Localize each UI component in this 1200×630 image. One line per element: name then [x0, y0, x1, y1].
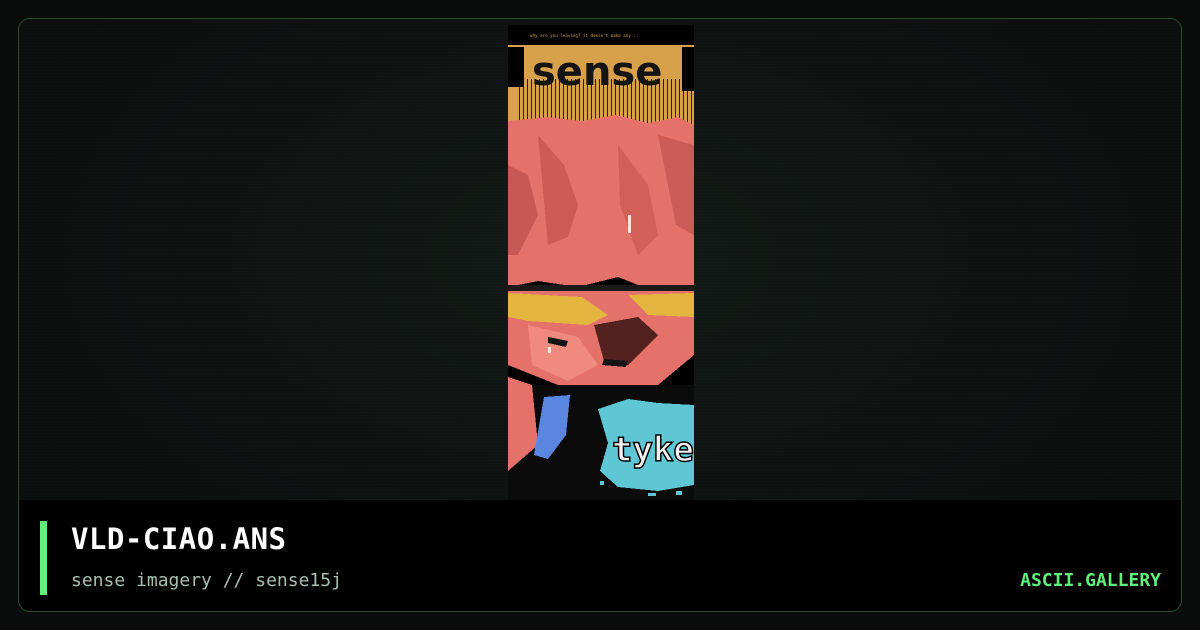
artwork-header-text: why are you leaving? it doesn't make any…: [530, 33, 638, 38]
site-brand[interactable]: ASCII.GALLERY: [1020, 570, 1161, 591]
artwork-title: VLD-CIAO.ANS: [71, 522, 287, 556]
info-footer: VLD-CIAO.ANS sense imagery // sense15j A…: [19, 500, 1181, 611]
artwork-subtitle: sense imagery // sense15j: [71, 570, 342, 591]
accent-bar: [40, 521, 47, 595]
preview-card: why are you leaving? it doesn't make any…: [18, 18, 1182, 612]
artwork-logo-text: sense: [532, 49, 662, 95]
artwork-tag-text: tyke: [612, 430, 694, 470]
ansi-artwork-image[interactable]: why are you leaving? it doesn't make any…: [508, 25, 694, 501]
